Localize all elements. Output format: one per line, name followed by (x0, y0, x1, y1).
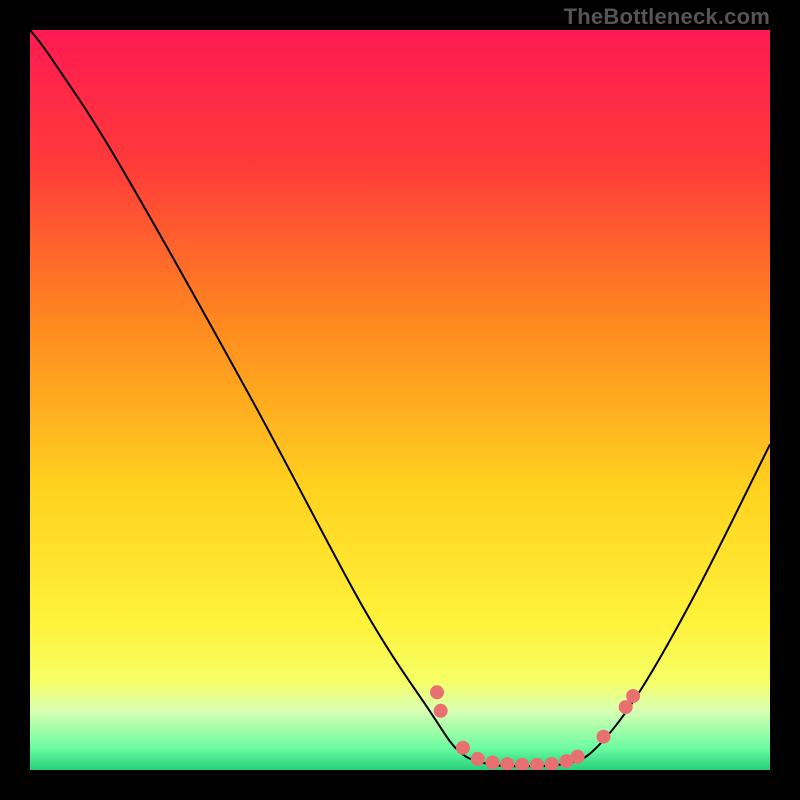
data-dot (456, 741, 470, 755)
bottleneck-curve-chart (30, 30, 770, 770)
data-dot (486, 756, 500, 770)
outer-frame: TheBottleneck.com (0, 0, 800, 800)
data-dot (626, 689, 640, 703)
data-dot (471, 752, 485, 766)
data-dot (430, 685, 444, 699)
data-dot (571, 750, 585, 764)
plot-area (30, 30, 770, 770)
data-dot (597, 730, 611, 744)
watermark-text: TheBottleneck.com (564, 4, 770, 30)
data-dot (434, 704, 448, 718)
